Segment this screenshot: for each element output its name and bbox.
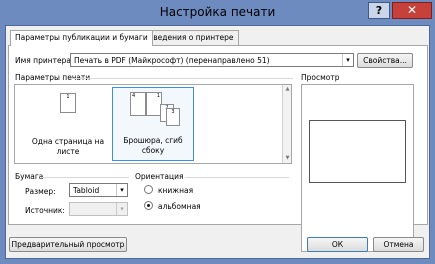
option-one-page-label: Одна страница на листе [31, 137, 105, 156]
orientation-label: Ориентация [135, 172, 184, 181]
print-options-divider [69, 78, 293, 79]
tab-publication-and-paper[interactable]: Параметры публикации и бумаги [10, 30, 153, 46]
title-bar[interactable]: Настройка печати ? ✕ [0, 0, 435, 25]
help-button[interactable]: ? [368, 2, 390, 19]
paper-source-select: ▾ [69, 202, 128, 216]
scroll-up-icon[interactable]: ▲ [283, 85, 292, 94]
paper-size-select[interactable]: Tabloid ▾ [69, 183, 128, 197]
booklet-page-back-3: 3 [166, 108, 180, 126]
orientation-portrait-radio[interactable] [144, 185, 153, 194]
chevron-down-icon: ▾ [116, 203, 127, 215]
orientation-landscape-radio[interactable] [144, 201, 153, 210]
tab-panel: Имя принтера: Печать в PDF (Майкрософт) … [8, 45, 428, 252]
single-page-icon: 1 [60, 93, 76, 113]
orientation-landscape-label[interactable]: альбомная [158, 202, 201, 211]
option-booklet-label: Брошюра, сгиб сбоку [123, 136, 183, 155]
dialog-body: Параметры публикации и бумаги Сведения о… [5, 25, 430, 259]
option-booklet-side-fold[interactable]: 4 1 2 3 Брошюра, сгиб сбоку [112, 87, 194, 161]
print-options-list: 1 Одна страница на листе 4 1 2 3 [14, 84, 292, 164]
printer-select[interactable]: Печать в PDF (Майкрософт) (перенаправлен… [70, 53, 354, 67]
orientation-divider [185, 177, 289, 178]
paper-label: Бумага [15, 172, 44, 181]
chevron-down-icon: ▾ [342, 54, 353, 66]
ok-button[interactable]: ОК [307, 237, 368, 252]
scroll-down-icon[interactable]: ▼ [283, 154, 292, 163]
booklet-page-left: 4 [130, 92, 146, 116]
preview-pane [301, 84, 414, 252]
paper-source-label: Источник: [25, 206, 65, 215]
options-scrollbar[interactable]: ▲ ▼ [282, 85, 291, 163]
paper-divider [41, 177, 129, 178]
paper-size-label: Размер: [25, 187, 56, 196]
close-button[interactable]: ✕ [392, 2, 432, 19]
orientation-portrait-label[interactable]: книжная [158, 186, 193, 195]
preview-label: Просмотр [301, 73, 340, 82]
printer-name-label: Имя принтера: [15, 56, 74, 65]
tab-printer-details[interactable]: Сведения о принтере [143, 30, 239, 45]
chevron-down-icon: ▾ [116, 184, 127, 196]
print-setup-dialog: Настройка печати ? ✕ Параметры публикаци… [0, 0, 435, 264]
print-preview-button[interactable]: Предварительный просмотр [9, 237, 127, 252]
preview-page [309, 120, 406, 183]
printer-select-value: Печать в PDF (Майкрософт) (перенаправлен… [74, 56, 270, 65]
paper-size-value: Tabloid [73, 186, 100, 195]
option-one-page-per-sheet[interactable]: 1 Одна страница на листе [27, 87, 109, 161]
printer-properties-button[interactable]: Свойства... [357, 53, 413, 68]
cancel-button[interactable]: Отмена [373, 237, 424, 252]
